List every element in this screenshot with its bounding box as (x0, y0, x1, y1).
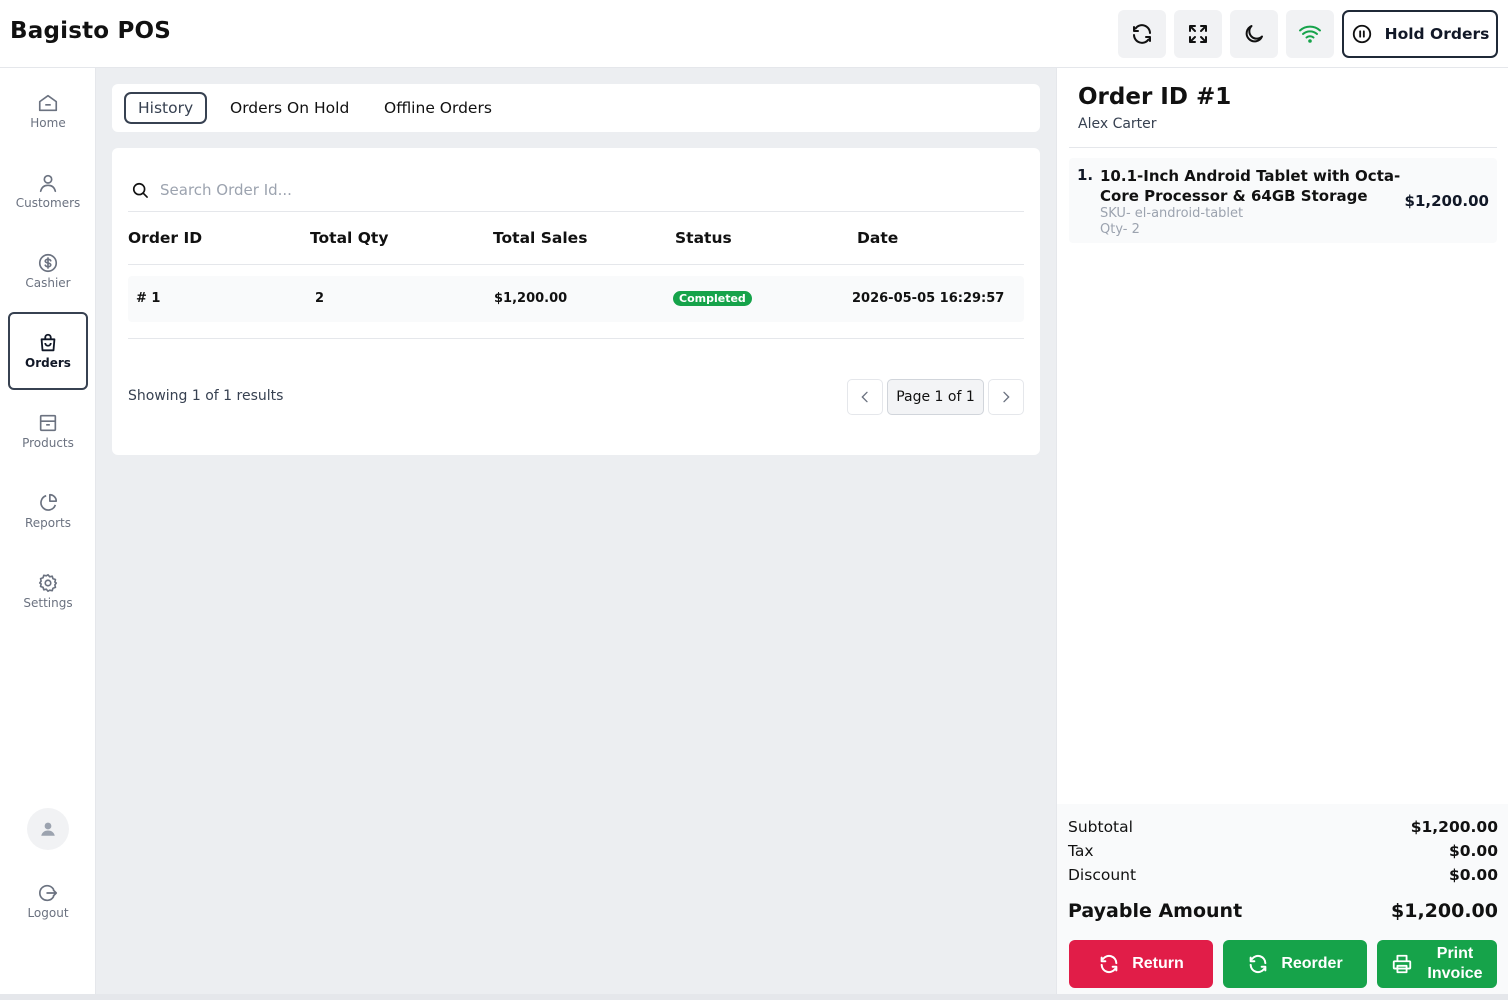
subtotal-label: Subtotal (1068, 818, 1133, 836)
order-detail-panel: Order ID #1 Alex Carter 1. 10.1-Inch And… (1056, 68, 1508, 1000)
moon-icon (1245, 25, 1263, 43)
item-number: 1. (1077, 166, 1094, 184)
item-qty: Qty- 2 (1100, 222, 1140, 237)
return-button[interactable]: Return (1069, 940, 1213, 988)
page-indicator: Page 1 of 1 (887, 379, 984, 415)
sidebar: Home Customers Cashier Orders Products R… (0, 68, 96, 1000)
sidebar-item-label: Home (30, 116, 66, 130)
order-tabs: History Orders On Hold Offline Orders (112, 84, 1040, 132)
pie-chart-icon (40, 493, 58, 511)
cell-order-id: # 1 (136, 291, 161, 306)
fullscreen-icon (1189, 25, 1207, 43)
sidebar-item-label: Reports (24, 516, 72, 530)
results-count: Showing 1 of 1 results (128, 388, 284, 404)
sidebar-item-reports[interactable]: Reports (8, 472, 88, 550)
hold-orders-button[interactable]: Hold Orders (1342, 10, 1498, 58)
payable-label: Payable Amount (1068, 900, 1243, 922)
discount-label: Discount (1068, 866, 1137, 884)
payable-row: Payable Amount $1,200.00 (1068, 900, 1498, 922)
tab-orders-on-hold[interactable]: Orders On Hold (230, 92, 349, 124)
item-sku: SKU- el-android-tablet (1100, 206, 1244, 221)
refresh-button[interactable] (1118, 10, 1166, 58)
printer-icon (1392, 954, 1412, 974)
item-name: 10.1-Inch Android Tablet with Octa-Core … (1100, 167, 1401, 205)
divider (1069, 147, 1497, 148)
table-divider (128, 338, 1024, 339)
dollar-icon (38, 253, 58, 273)
fullscreen-button[interactable] (1174, 10, 1222, 58)
sidebar-item-label: Products (22, 436, 74, 450)
return-label: Return (1132, 955, 1184, 972)
cell-date: 2026-05-05 16:29:57 (852, 291, 1005, 306)
customer-name: Alex Carter (1078, 116, 1157, 132)
logout-button[interactable]: Logout (8, 862, 88, 940)
discount-value: $0.00 (1448, 866, 1498, 884)
tab-history[interactable]: History (124, 92, 208, 124)
column-total-qty[interactable]: Total Qty (310, 229, 388, 247)
next-page-button[interactable] (988, 379, 1024, 415)
sidebar-item-label: Settings (23, 596, 73, 610)
user-avatar-icon (41, 822, 55, 836)
subtotal-value: $1,200.00 (1410, 818, 1498, 836)
sidebar-item-orders[interactable]: Orders (8, 312, 88, 390)
bag-icon (40, 333, 56, 352)
sidebar-item-label: Customers (15, 196, 81, 210)
pause-icon (1352, 24, 1371, 44)
top-header: Bagisto POS Hold Orders (0, 0, 1508, 68)
avatar[interactable] (27, 808, 69, 850)
column-order-id[interactable]: Order ID (128, 229, 202, 247)
column-date[interactable]: Date (857, 229, 898, 247)
logout-label: Logout (27, 906, 69, 920)
tax-value: $0.00 (1448, 842, 1498, 860)
chevron-left-icon (861, 391, 868, 403)
table-row[interactable]: # 1 2 $1,200.00 Completed 2026-05-05 16:… (128, 276, 1024, 322)
prev-page-button[interactable] (847, 379, 883, 415)
reorder-button[interactable]: Reorder (1223, 940, 1367, 988)
return-icon (1100, 954, 1118, 974)
orders-table-card: Order ID Total Qty Total Sales Status Da… (112, 148, 1040, 455)
chevron-right-icon (1003, 391, 1010, 403)
payable-value: $1,200.00 (1391, 900, 1498, 922)
subtotal-row: Subtotal $1,200.00 (1068, 818, 1498, 836)
brand-title: Bagisto POS (10, 18, 172, 44)
bottom-scrollbar[interactable] (0, 994, 1508, 1000)
box-icon (39, 414, 57, 432)
wifi-icon (1299, 25, 1321, 43)
print-invoice-label: Print Invoice (1427, 945, 1483, 982)
item-price: $1,200.00 (1404, 192, 1489, 210)
sidebar-item-customers[interactable]: Customers (8, 152, 88, 230)
cell-total-sales: $1,200.00 (494, 291, 568, 306)
reorder-icon (1249, 954, 1267, 974)
tab-offline-orders[interactable]: Offline Orders (384, 92, 492, 124)
hold-orders-label: Hold Orders (1384, 25, 1490, 43)
wifi-status-button[interactable] (1286, 10, 1334, 58)
dark-mode-button[interactable] (1230, 10, 1278, 58)
cell-total-qty: 2 (315, 291, 325, 306)
sidebar-item-settings[interactable]: Settings (8, 552, 88, 630)
sidebar-item-products[interactable]: Products (8, 392, 88, 470)
sidebar-item-label: Orders (25, 356, 71, 370)
refresh-icon (1133, 24, 1151, 44)
logout-icon (38, 884, 58, 902)
search-bar (128, 168, 1024, 212)
reorder-label: Reorder (1281, 955, 1343, 972)
gear-icon (38, 573, 58, 593)
print-invoice-button[interactable]: Print Invoice (1377, 940, 1497, 988)
discount-row: Discount $0.00 (1068, 866, 1498, 884)
home-icon (38, 94, 58, 112)
tax-row: Tax $0.00 (1068, 842, 1498, 860)
table-header: Order ID Total Qty Total Sales Status Da… (128, 214, 1024, 265)
status-badge: Completed (673, 291, 752, 306)
sidebar-item-cashier[interactable]: Cashier (8, 232, 88, 310)
sidebar-item-home[interactable]: Home (8, 72, 88, 150)
column-total-sales[interactable]: Total Sales (493, 229, 587, 247)
user-icon (39, 174, 57, 193)
column-status[interactable]: Status (675, 229, 732, 247)
search-input[interactable] (160, 180, 960, 199)
search-icon (132, 182, 148, 198)
order-title: Order ID #1 (1078, 84, 1232, 110)
tax-label: Tax (1068, 842, 1094, 860)
sidebar-item-label: Cashier (25, 276, 71, 290)
order-item: 1. 10.1-Inch Android Tablet with Octa-Co… (1069, 158, 1497, 243)
